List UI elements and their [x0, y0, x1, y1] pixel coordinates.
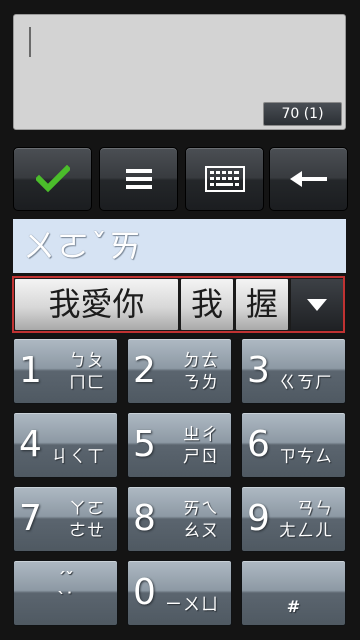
key-8[interactable]: 8 ㄞㄟ ㄠㄡ	[127, 486, 232, 552]
menu-icon	[125, 169, 152, 189]
key-1[interactable]: 1 ㄅㄆ ㄇㄈ	[13, 338, 118, 404]
key-6[interactable]: 6 ㄗㄘㄙ	[241, 412, 346, 478]
checkmark-icon	[35, 165, 70, 193]
key-digit: 1	[19, 350, 42, 391]
key-digit: 4	[19, 424, 42, 465]
key-digit: 8	[133, 498, 156, 539]
key-4[interactable]: 4 ㄐㄑㄒ	[13, 412, 118, 478]
key-digit: 3	[247, 350, 270, 391]
candidate-item[interactable]: 握	[236, 279, 288, 330]
keyboard-switch-button[interactable]	[185, 147, 264, 211]
key-digit: 2	[133, 350, 156, 391]
tone-marks-bottom: ˋ˙	[57, 589, 74, 608]
keyboard-icon	[204, 166, 245, 192]
key-letters: ㄤㄥㄦ	[279, 521, 333, 541]
hash-symbol: #	[286, 597, 301, 616]
backspace-button[interactable]	[269, 147, 348, 211]
candidate-item[interactable]: 我	[181, 279, 233, 330]
key-letters: ㄉㄊ	[183, 351, 219, 371]
tone-marks-top: ˊˇ	[57, 569, 74, 588]
key-3[interactable]: 3 ㄍㄎㄏ	[241, 338, 346, 404]
key-7[interactable]: 7 ㄚㄛ ㄜㄝ	[13, 486, 118, 552]
key-letters: ㄅㄆ	[69, 351, 105, 371]
key-letters: ㄗㄘㄙ	[279, 447, 333, 467]
candidate-item[interactable]: 我愛你	[15, 279, 178, 330]
key-digit: 0	[133, 572, 156, 613]
backspace-icon	[289, 171, 327, 187]
more-candidates-button[interactable]	[291, 279, 343, 330]
key-letters: ㄞㄟ	[183, 499, 219, 519]
dropdown-arrow-icon	[307, 298, 327, 311]
options-menu-button[interactable]	[99, 147, 178, 211]
key-5[interactable]: 5 ㄓㄔ ㄕㄖ	[127, 412, 232, 478]
candidate-bar: 我愛你 我 握	[12, 276, 345, 333]
key-digit: 6	[247, 424, 270, 465]
key-digit: 9	[247, 498, 270, 539]
confirm-button[interactable]	[13, 147, 92, 211]
composition-text: ㄨㄛˇㄞ	[13, 219, 346, 273]
text-cursor	[29, 27, 31, 57]
key-letters: ㄧㄨㄩ	[165, 595, 219, 615]
key-letters: ㄜㄝ	[69, 521, 105, 541]
key-letters: ㄢㄣ	[297, 499, 333, 519]
key-digit: 7	[19, 498, 42, 539]
key-tone-marks[interactable]: ˊˇ ˋ˙	[13, 560, 118, 626]
key-letters: ㄚㄛ	[69, 499, 105, 519]
key-letters: ㄇㄈ	[69, 373, 105, 393]
key-letters: ㄕㄖ	[183, 447, 219, 467]
key-letters: ㄠㄡ	[183, 521, 219, 541]
key-letters: ㄐㄑㄒ	[51, 447, 105, 467]
key-digit: 5	[133, 424, 156, 465]
character-counter: 70 (1)	[263, 102, 342, 126]
key-letters: ㄓㄔ	[183, 425, 219, 445]
text-editor[interactable]: 70 (1)	[13, 14, 346, 130]
key-letters: ㄋㄌ	[183, 373, 219, 393]
key-letters: ㄍㄎㄏ	[279, 373, 333, 393]
key-9[interactable]: 9 ㄢㄣ ㄤㄥㄦ	[241, 486, 346, 552]
key-0[interactable]: 0 ㄧㄨㄩ	[127, 560, 232, 626]
key-hash[interactable]: #	[241, 560, 346, 626]
key-2[interactable]: 2 ㄉㄊ ㄋㄌ	[127, 338, 232, 404]
